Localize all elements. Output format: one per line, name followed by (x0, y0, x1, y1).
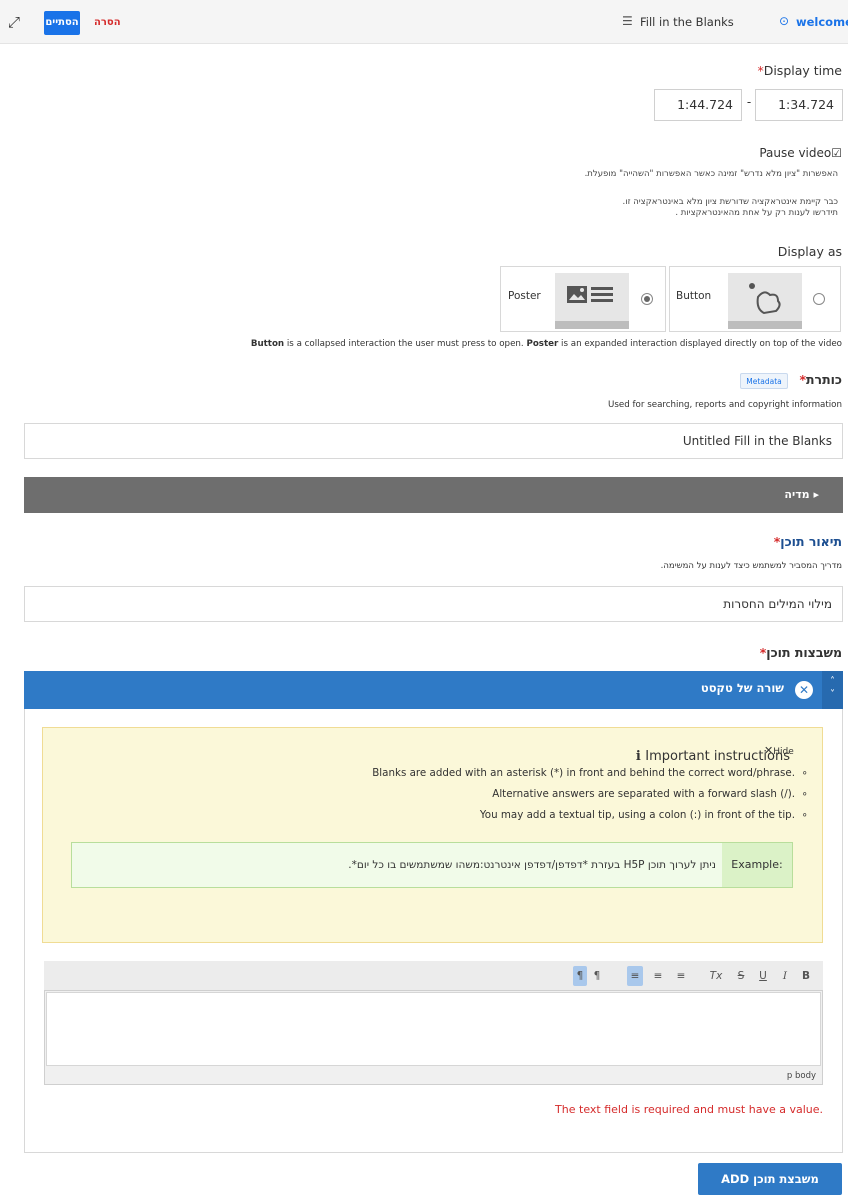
reorder-arrows-icon[interactable]: ˄ ˅ (822, 671, 843, 709)
title-input[interactable]: Untitled Fill in the Blanks (24, 423, 843, 459)
checkbox-checked-icon[interactable]: ☑ (831, 146, 842, 160)
add-content-block-button[interactable]: ADD משבצת תוכן (698, 1163, 842, 1195)
display-option-button-label: Button (676, 290, 712, 302)
title-help: Used for searching, reports and copyrigh… (607, 400, 842, 410)
pause-warning-line-2: תידרשו לענות רק על אחת מהאינטראקציות . (675, 208, 838, 218)
display-as-help: Button is a collapsed interaction the us… (250, 339, 842, 349)
bullet-icon: ∘ (801, 809, 808, 821)
rtl-paragraph-icon[interactable]: ¶ (573, 966, 587, 986)
finish-button[interactable]: הסתיים (44, 11, 80, 35)
bullet-icon: ∘ (801, 788, 808, 800)
underline-icon[interactable]: U (756, 966, 770, 986)
hide-instructions-button[interactable]: ✕Hide (764, 744, 808, 760)
error-message: The text field is required and must have… (555, 1103, 823, 1116)
description-input[interactable]: מילוי המילים החסרות (24, 586, 843, 622)
content-block-title: שורה של טקסט (700, 681, 784, 695)
remove-button[interactable]: הסרה (94, 12, 136, 34)
poster-thumbnail-bar (555, 321, 629, 329)
bold-icon[interactable]: B (799, 966, 813, 986)
poster-image-icon (567, 286, 613, 303)
close-icon: ✕ (764, 744, 774, 757)
instruction-item: You may add a textual tip, using a colon… (479, 809, 808, 821)
instruction-item: Alternative answers are separated with a… (492, 788, 808, 800)
time-end-input[interactable]: 1:34.724 (755, 89, 843, 121)
metadata-button[interactable]: Metadata (740, 373, 788, 389)
poster-thumbnail (555, 273, 629, 329)
description-label: תיאור תוכן* (773, 534, 842, 549)
library-name: Fill in the Blanks (640, 15, 734, 29)
info-icon: i (635, 749, 646, 764)
welcome-link[interactable]: welcome (796, 13, 848, 31)
description-help: מדריך המסביר למשתמש כיצד לענות על המשימה… (660, 561, 842, 571)
play-circle-icon[interactable]: ⊙ (779, 14, 793, 28)
time-start-input[interactable]: 1:44.724 (654, 89, 742, 121)
italic-icon[interactable]: I (778, 966, 792, 986)
clear-format-icon[interactable]: Tx (707, 966, 725, 986)
display-option-poster-label: Poster (508, 290, 541, 302)
remove-block-icon[interactable]: ✕ (795, 681, 813, 699)
strikethrough-icon[interactable]: S (734, 966, 748, 986)
editor-element-path: p body (786, 1071, 816, 1081)
align-left-icon[interactable]: ≡ (673, 966, 689, 986)
media-section-toggle[interactable]: ▸ מדיה (24, 477, 843, 513)
button-thumbnail (728, 273, 802, 329)
time-separator: - (746, 95, 752, 109)
align-right-icon[interactable]: ≡ (627, 966, 643, 986)
fill-in-blanks-icon: ☰ (622, 14, 633, 28)
radio-poster-option[interactable] (641, 293, 653, 305)
example-label: Example: (722, 843, 792, 887)
align-center-icon[interactable]: ≡ (650, 966, 666, 986)
pause-video-checkbox[interactable]: Pause video☑ (660, 146, 842, 164)
editor-text-area[interactable] (46, 992, 821, 1066)
radio-button-option[interactable] (813, 293, 825, 305)
content-blocks-label: משבצות תוכן* (759, 645, 842, 660)
display-as-label: Display as (777, 244, 842, 259)
display-time-label: *Display time (757, 63, 842, 78)
pause-video-note: האפשרות "ציון מלא נדרש" זמינה כאשר האפשר… (584, 169, 838, 179)
bullet-icon: ∘ (801, 767, 808, 779)
button-thumbnail-bar (728, 321, 802, 329)
caret-right-icon: ▸ (809, 488, 819, 501)
example-text: ניתן לערוך תוכן H5P בעזרת *דפדפן/דפדפן א… (348, 859, 716, 871)
hand-pointer-icon (749, 283, 781, 315)
ltr-paragraph-icon[interactable]: ¶ (590, 966, 604, 986)
fullscreen-icon[interactable]: ⤢ (8, 14, 28, 30)
instruction-item: Blanks are added with an asterisk (*) in… (372, 767, 808, 779)
